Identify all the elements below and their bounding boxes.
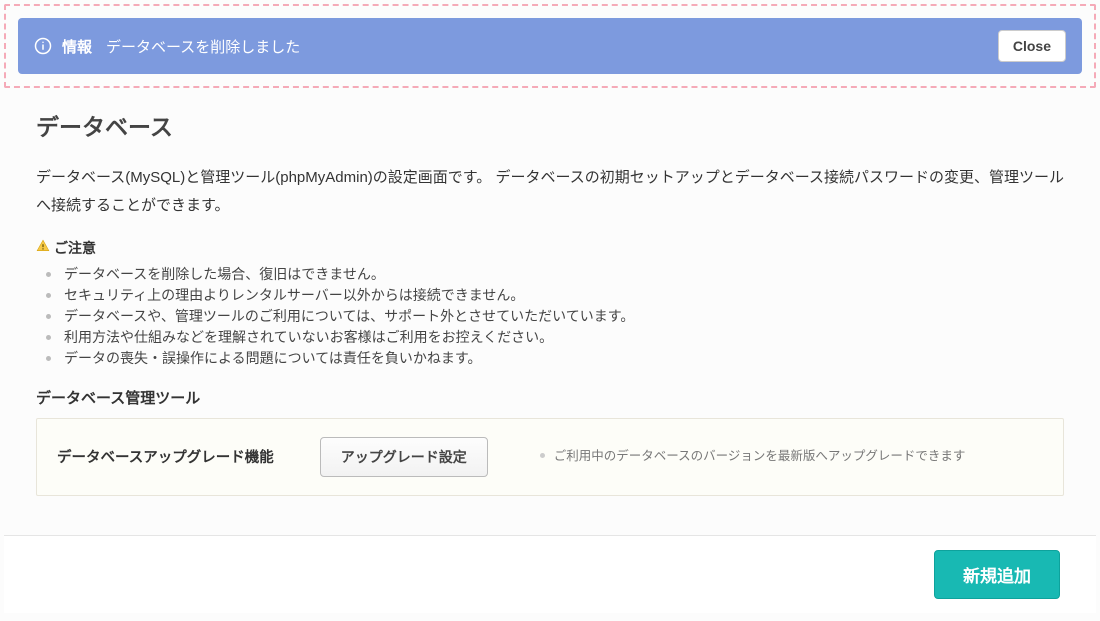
list-item: 利用方法や仕組みなどを理解されていないお客様はご利用をお控えください。 xyxy=(60,327,1064,348)
add-new-button[interactable]: 新規追加 xyxy=(934,550,1060,599)
tools-section-title: データベース管理ツール xyxy=(36,387,1064,408)
caution-heading: ご注意 xyxy=(36,238,1064,258)
highlighted-notification-region: 情報 データベースを削除しました Close xyxy=(4,4,1096,88)
info-banner-message: データベースを削除しました xyxy=(106,36,300,57)
list-item: データベースを削除した場合、復旧はできません。 xyxy=(60,264,1064,285)
info-icon xyxy=(34,37,52,55)
info-banner: 情報 データベースを削除しました Close xyxy=(18,18,1082,74)
info-banner-label: 情報 xyxy=(62,36,92,57)
list-item: セキュリティ上の理由よりレンタルサーバー以外からは接続できません。 xyxy=(60,285,1064,306)
list-item: データベースや、管理ツールのご利用については、サポート外とさせていただいています… xyxy=(60,306,1064,327)
caution-heading-text: ご注意 xyxy=(54,238,96,258)
list-item: データの喪失・誤操作による問題については責任を負いかねます。 xyxy=(60,348,1064,369)
main-content: データベース データベース(MySQL)と管理ツール(phpMyAdmin)の設… xyxy=(0,92,1100,506)
upgrade-settings-button[interactable]: アップグレード設定 xyxy=(320,437,488,477)
caution-list: データベースを削除した場合、復旧はできません。 セキュリティ上の理由よりレンタル… xyxy=(36,264,1064,369)
upgrade-tool-panel: データベースアップグレード機能 アップグレード設定 ご利用中のデータベースのバー… xyxy=(36,418,1064,496)
upgrade-note-list: ご利用中のデータベースのバージョンを最新版へアップグレードできます xyxy=(534,445,1043,468)
close-button[interactable]: Close xyxy=(998,30,1066,62)
footer-bar: 新規追加 xyxy=(4,535,1096,613)
caution-block: ご注意 データベースを削除した場合、復旧はできません。 セキュリティ上の理由より… xyxy=(36,238,1064,369)
page-title: データベース xyxy=(36,108,1064,142)
upgrade-note: ご利用中のデータベースのバージョンを最新版へアップグレードできます xyxy=(554,445,1043,468)
page-description: データベース(MySQL)と管理ツール(phpMyAdmin)の設定画面です。 … xyxy=(36,164,1064,220)
upgrade-label: データベースアップグレード機能 xyxy=(57,446,274,467)
warning-icon xyxy=(36,239,50,256)
